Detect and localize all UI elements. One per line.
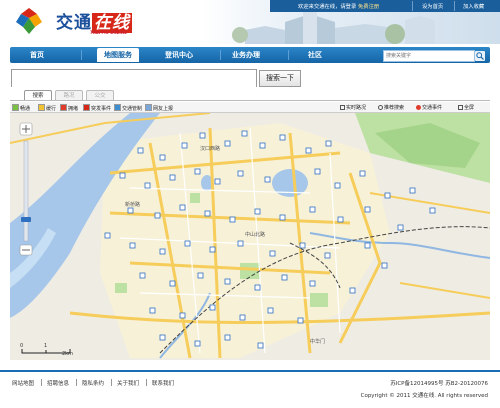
legend-item-user-report: 网友上报	[145, 104, 173, 112]
map-search-field	[11, 69, 257, 88]
recommend-search-toggle[interactable]: 推荐搜索	[378, 104, 404, 111]
divider	[412, 1, 413, 11]
top-bar: 欢迎来交通在线，请登录 免费注册 设为首页 加入收藏	[270, 0, 500, 12]
footer-link-jobs[interactable]: 招聘信息	[47, 379, 69, 387]
divider	[41, 379, 42, 386]
legend-item-slow: 缓行	[38, 104, 56, 112]
divider	[220, 50, 221, 60]
legend-item-control: 交通管制	[114, 104, 142, 112]
set-homepage-link[interactable]: 设为首页	[422, 2, 443, 10]
warning-icon	[416, 105, 421, 110]
map-search-input[interactable]	[12, 70, 256, 88]
traffic-events-toggle[interactable]: 交通事件	[416, 104, 442, 111]
divider	[288, 50, 289, 60]
map-label: 新桥路	[125, 202, 141, 208]
site-search-box	[383, 50, 475, 62]
divider	[81, 50, 82, 60]
nav-item-map-service[interactable]: 地图服务	[97, 48, 139, 62]
map-search-button[interactable]: 搜索一下	[259, 70, 301, 87]
search-icon[interactable]	[475, 51, 485, 61]
map-label: 汉口西路	[200, 146, 221, 152]
scale-zero-label: 0	[20, 343, 24, 349]
copyright: Copyright © 2011 交通在线. All rights reserv…	[360, 393, 488, 399]
page-header: 交通 在线 TRAFFIC ONLINE 欢迎来交通在线，请登录 免费注册 设为首…	[0, 0, 500, 44]
divider	[10, 100, 490, 101]
map-legend-bar: 畅通 缓行 拥堵 突发事件 交通管制 网友上报 实时路况 推荐搜索 交通事件 全…	[10, 102, 490, 113]
scale-label: 2km	[62, 351, 73, 357]
map-label: 中山北路	[245, 232, 266, 238]
checkbox-icon	[340, 105, 345, 110]
footer-link-privacy[interactable]: 隐私条约	[82, 379, 104, 387]
nav-item-news[interactable]: 登讯中心	[165, 50, 193, 60]
welcome-login-link[interactable]: 欢迎来交通在线，请登录	[298, 4, 356, 10]
fullscreen-icon	[458, 105, 463, 110]
nav-item-community[interactable]: 社区	[308, 50, 322, 60]
logo-icon	[16, 8, 42, 34]
add-favorite-link[interactable]: 加入收藏	[463, 2, 484, 10]
fullscreen-button[interactable]: 全屏	[458, 104, 474, 111]
map-canvas[interactable]: 0 1 2km 汉口西路 新桥路 中山北路 中华门	[10, 113, 490, 360]
divider	[454, 1, 455, 11]
site-search-input[interactable]	[384, 51, 474, 61]
divider	[146, 379, 147, 386]
divider	[76, 379, 77, 386]
divider	[111, 379, 112, 386]
footer-divider	[0, 370, 500, 372]
footer-link-about[interactable]: 关于我们	[117, 379, 139, 387]
realtime-traffic-toggle[interactable]: 实时路况	[340, 104, 366, 111]
icp-license: 苏ICP备12014995号 苏B2-20120076	[390, 381, 488, 387]
footer-link-sitemap[interactable]: 网站地图	[12, 379, 34, 387]
legend-item-jam: 拥堵	[60, 104, 78, 112]
legend-item-incident: 突发事件	[83, 104, 111, 112]
scale-one-label: 1	[44, 343, 48, 349]
register-link[interactable]: 免费注册	[358, 4, 379, 10]
logo-subtitle: TRAFFIC ONLINE	[90, 30, 128, 35]
footer-link-contact[interactable]: 联系我们	[152, 379, 174, 387]
legend-item-smooth: 畅通	[12, 104, 30, 112]
search-icon	[378, 105, 383, 110]
map-label: 中华门	[310, 339, 326, 345]
nav-item-business[interactable]: 业务办理	[232, 50, 260, 60]
nav-item-home[interactable]: 首页	[30, 50, 44, 60]
